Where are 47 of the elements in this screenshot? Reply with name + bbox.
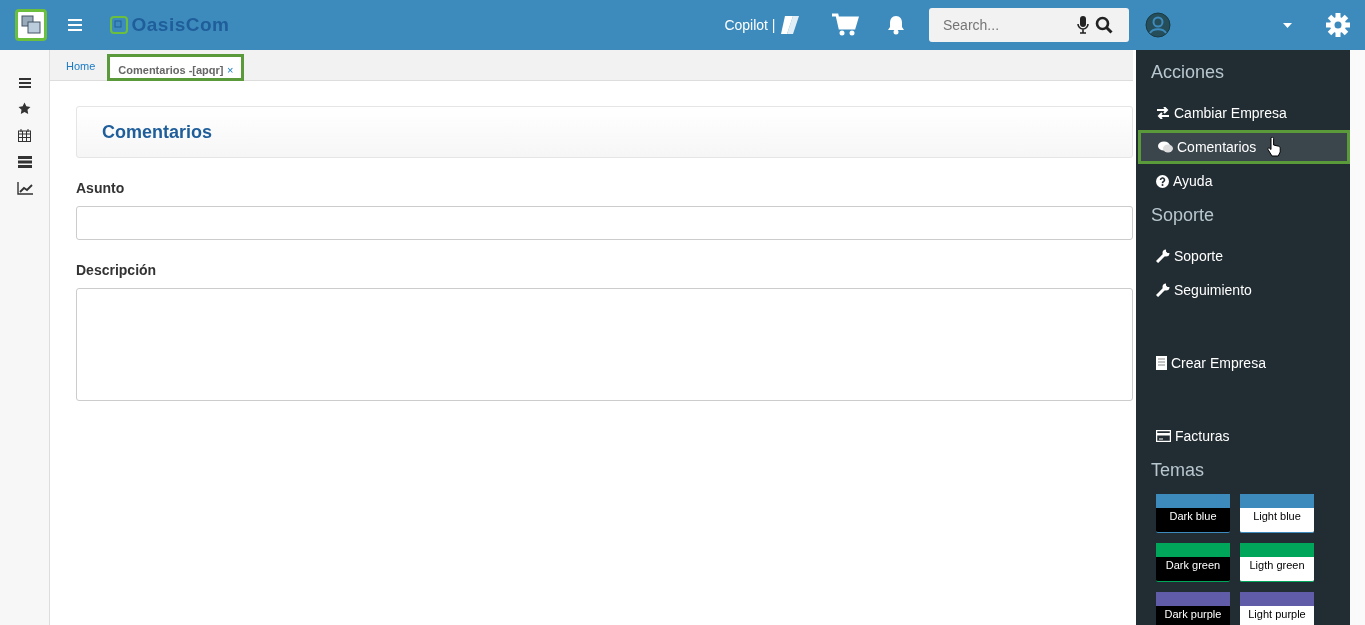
field-label: Descripción: [76, 261, 157, 280]
menu-item[interactable]: Comentarios: [1138, 130, 1350, 164]
field-label: Asunto: [76, 179, 125, 198]
menu-item[interactable]: Crear Empresa: [1136, 346, 1348, 380]
help-icon: [1156, 174, 1169, 188]
menu-item[interactable]: Soporte: [1136, 239, 1348, 273]
calendar-icon[interactable]: [18, 129, 31, 142]
theme-swatch[interactable]: Ligth green: [1240, 543, 1314, 582]
section-title: Acciones: [1150, 61, 1226, 84]
close-button[interactable]: ×: [226, 64, 234, 76]
line-chart-icon[interactable]: [16, 182, 33, 195]
section-title: Soporte: [1150, 204, 1216, 227]
avatar-icon[interactable]: [1145, 12, 1171, 38]
credit-card-icon: [1156, 430, 1171, 442]
menu-item[interactable]: Facturas: [1136, 419, 1348, 453]
copilot-icon[interactable]: [779, 14, 801, 36]
menu-icon[interactable]: [18, 78, 31, 88]
star-icon[interactable]: [18, 102, 31, 115]
menu-item[interactable]: Cambiar Empresa: [1136, 96, 1348, 130]
microphone-icon[interactable]: [1077, 16, 1089, 34]
building-icon: [1156, 356, 1167, 370]
menu-item[interactable]: Seguimiento: [1136, 273, 1348, 307]
wrench-icon: [1156, 283, 1170, 297]
search-field[interactable]: Search...: [929, 8, 1129, 42]
chat-bubbles-icon: [1158, 141, 1173, 153]
wrench-icon: [1156, 249, 1170, 263]
theme-swatch[interactable]: Dark green: [1156, 543, 1230, 582]
swap-arrows-icon: [1156, 107, 1170, 119]
tab[interactable]: Comentarios -[apqr] ×: [107, 54, 245, 81]
theme-swatch[interactable]: Light blue: [1240, 494, 1314, 533]
logo-icon: [110, 16, 128, 34]
caret-icon[interactable]: [1283, 22, 1292, 28]
app-logo-icon[interactable]: [15, 9, 47, 41]
list-icon[interactable]: [17, 156, 32, 168]
cart-icon[interactable]: [831, 13, 859, 37]
tab[interactable]: Home: [58, 53, 104, 80]
theme-swatch[interactable]: Dark purple: [1156, 592, 1230, 625]
copilot-label[interactable]: Copilot |: [724, 14, 776, 36]
search-icon[interactable]: [1095, 16, 1113, 34]
theme-swatch[interactable]: Light purple: [1240, 592, 1314, 625]
theme-swatch[interactable]: Dark blue: [1156, 494, 1230, 533]
section-title: Temas: [1150, 459, 1205, 482]
menu-item[interactable]: Ayuda: [1136, 164, 1348, 198]
search-input[interactable]: Search...: [941, 13, 1071, 37]
hand-cursor-icon: [1267, 137, 1282, 157]
page-title: Comentarios: [102, 120, 213, 144]
bell-icon[interactable]: [887, 15, 905, 35]
